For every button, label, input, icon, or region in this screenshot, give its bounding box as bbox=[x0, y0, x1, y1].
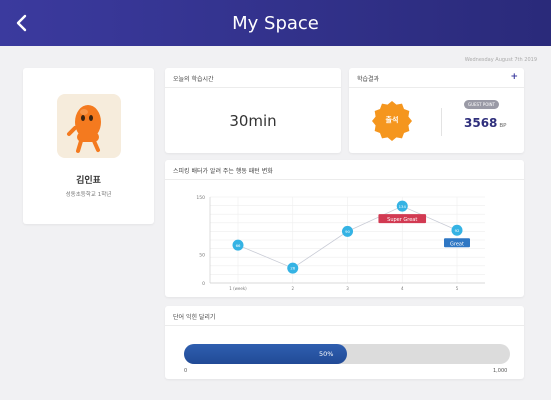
words-progress-bar: 50% bbox=[184, 344, 510, 364]
chart-card: 스피킹 배터가 알려 주는 행동 패턴 변화 150 50 0 1 (week) 2 3 4… bbox=[165, 160, 524, 297]
points-number: 3568 bbox=[464, 116, 498, 130]
app-header: My Space bbox=[0, 0, 551, 46]
annotation-label: Great bbox=[450, 241, 464, 247]
points-unit: BP bbox=[499, 123, 507, 129]
x-tick-label: 2 bbox=[291, 286, 294, 291]
results-title: 학습결과 bbox=[357, 76, 380, 83]
line-chart: 150 50 0 1 (week) 2 3 4 5 66 26 90 134 92 Super Great… bbox=[196, 195, 485, 291]
study-time-title: 오늘의 학습시간 bbox=[173, 76, 214, 83]
study-time-card: 오늘의 학습시간 30min bbox=[165, 68, 341, 153]
data-label: 92 bbox=[455, 228, 460, 233]
y-tick-label: 150 bbox=[196, 195, 205, 201]
divider bbox=[349, 87, 524, 88]
divider bbox=[165, 325, 524, 326]
divider bbox=[165, 87, 341, 88]
words-card: 단어 익힌 달리기 50% 0 1,000 bbox=[165, 306, 524, 379]
results-card: 학습결과 + 출석 GUEST POINT 3568 BP bbox=[349, 68, 524, 153]
progress-label: 50% bbox=[319, 350, 334, 358]
plus-icon[interactable]: + bbox=[510, 72, 518, 82]
annotation-label: Super Great bbox=[387, 217, 417, 223]
data-label: 90 bbox=[345, 229, 350, 234]
x-tick-label: 4 bbox=[401, 286, 404, 291]
date-label: Wednesday August 7th 2019 bbox=[464, 57, 537, 63]
character-icon bbox=[67, 105, 101, 153]
x-tick-label: 1 (week) bbox=[229, 286, 247, 291]
points-value: 3568 BP bbox=[464, 116, 507, 130]
data-label: 134 bbox=[399, 204, 407, 209]
page-title: My Space bbox=[232, 12, 319, 34]
profile-card: 김인표 성동초등학교 1학년 bbox=[23, 68, 154, 224]
y-tick-label: 50 bbox=[199, 252, 205, 258]
back-icon[interactable] bbox=[10, 11, 32, 35]
attendance-badge: 출석 bbox=[371, 100, 413, 142]
user-school: 성동초등학교 1학년 bbox=[65, 192, 112, 198]
y-tick-label: 0 bbox=[202, 281, 205, 287]
guest-point-pill: GUEST POINT bbox=[464, 100, 499, 109]
progress-max: 1,000 bbox=[493, 368, 508, 374]
badge-label: 출석 bbox=[385, 116, 399, 124]
study-time-value: 30min bbox=[229, 112, 277, 130]
words-title: 단어 익힌 달리기 bbox=[173, 314, 216, 321]
x-tick-label: 5 bbox=[456, 286, 459, 291]
x-tick-label: 3 bbox=[346, 286, 349, 291]
avatar bbox=[57, 94, 121, 158]
data-label: 26 bbox=[290, 266, 295, 271]
progress-min: 0 bbox=[184, 368, 188, 374]
user-name: 김인표 bbox=[76, 176, 101, 186]
data-label: 66 bbox=[236, 243, 241, 248]
divider bbox=[441, 108, 442, 136]
